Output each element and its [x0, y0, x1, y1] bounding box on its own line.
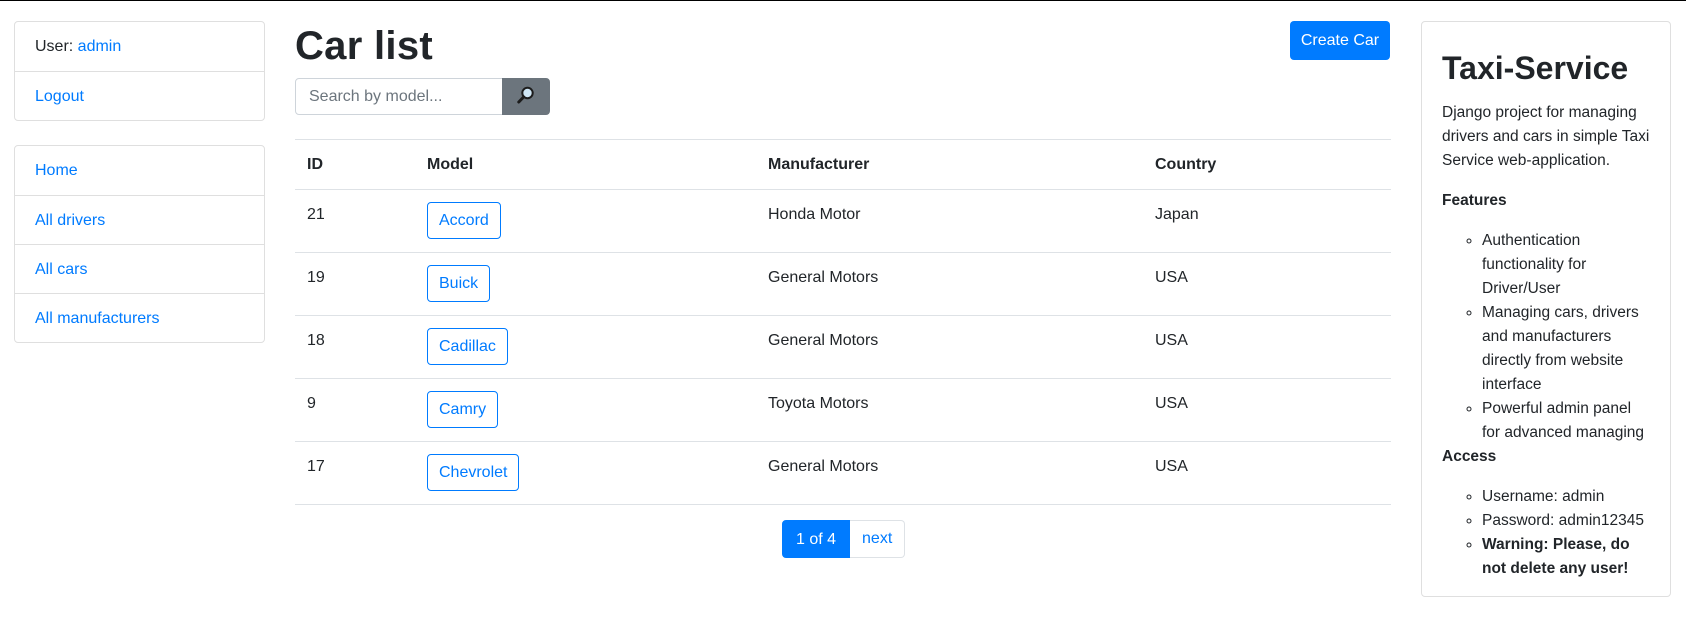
create-car-button[interactable]: Create Car — [1290, 21, 1390, 60]
cell-id: 17 — [295, 441, 415, 505]
table-row: 19 Buick General Motors USA — [295, 252, 1391, 316]
cell-country: USA — [1143, 441, 1391, 505]
sidebar-item-manufacturers[interactable]: All manufacturers — [15, 293, 264, 342]
username-link[interactable]: admin — [78, 38, 122, 55]
access-item: Password: admin12345 — [1482, 509, 1650, 533]
cell-id: 19 — [295, 252, 415, 316]
cell-manufacturer: Toyota Motors — [756, 378, 1143, 442]
features-list: Authentication functionality for Driver/… — [1442, 229, 1650, 445]
cell-model: Buick — [415, 252, 756, 316]
info-description: Django project for managing drivers and … — [1442, 104, 1650, 169]
top-border — [0, 0, 1686, 1]
model-link[interactable]: Buick — [427, 265, 491, 302]
user-label: User: — [35, 38, 78, 55]
access-warning-item: Warning: Please, do not delete any user! — [1482, 533, 1650, 581]
sidebar-link-manufacturers[interactable]: All manufacturers — [35, 310, 160, 327]
sidebar-link-home[interactable]: Home — [35, 162, 78, 179]
feature-item: Managing cars, drivers and manufacturers… — [1482, 301, 1650, 397]
cell-manufacturer: General Motors — [756, 252, 1143, 316]
cell-id: 21 — [295, 189, 415, 253]
model-link[interactable]: Chevrolet — [427, 454, 520, 491]
cell-country: USA — [1143, 315, 1391, 379]
cell-id: 18 — [295, 315, 415, 379]
sidebar-nav: Home All drivers All cars All manufactur… — [14, 145, 265, 343]
access-heading: Access — [1442, 448, 1497, 465]
table-row: 21 Accord Honda Motor Japan — [295, 189, 1391, 253]
feature-item: Authentication functionality for Driver/… — [1482, 229, 1650, 301]
header-id: ID — [295, 139, 415, 190]
model-link[interactable]: Camry — [427, 391, 499, 428]
info-title: Taxi-Service — [1442, 50, 1629, 86]
cell-id: 9 — [295, 378, 415, 442]
sidebar-item-home[interactable]: Home — [15, 146, 264, 195]
sidebar-link-cars[interactable]: All cars — [35, 261, 87, 278]
user-info: User: admin — [15, 22, 264, 71]
logout-item[interactable]: Logout — [15, 71, 264, 120]
table-row: 9 Camry Toyota Motors USA — [295, 378, 1391, 442]
page-title: Car list — [295, 24, 434, 68]
cell-model: Chevrolet — [415, 441, 756, 505]
access-item: Username: admin — [1482, 485, 1650, 509]
cell-manufacturer: Honda Motor — [756, 189, 1143, 253]
model-link[interactable]: Cadillac — [427, 328, 508, 365]
pagination: 1 of 4 next — [782, 520, 906, 558]
header-manufacturer: Manufacturer — [756, 139, 1143, 190]
info-card: Taxi-Service Django project for managing… — [1421, 21, 1671, 597]
model-link[interactable]: Accord — [427, 202, 501, 239]
table-row: 18 Cadillac General Motors USA — [295, 315, 1391, 379]
sidebar-link-drivers[interactable]: All drivers — [35, 212, 105, 229]
features-heading: Features — [1442, 192, 1507, 209]
pagination-next[interactable]: next — [850, 520, 906, 558]
search-input[interactable] — [295, 78, 503, 115]
search-button[interactable] — [502, 78, 550, 115]
header-model: Model — [415, 139, 756, 190]
cell-country: USA — [1143, 378, 1391, 442]
access-list: Username: admin Password: admin12345 War… — [1442, 485, 1650, 581]
access-warning: Warning: Please, do not delete any user! — [1482, 536, 1630, 577]
cell-manufacturer: General Motors — [756, 315, 1143, 379]
pagination-current: 1 of 4 — [782, 520, 851, 558]
table-row: 17 Chevrolet General Motors USA — [295, 441, 1391, 505]
user-panel: User: admin Logout — [14, 21, 265, 121]
cell-model: Camry — [415, 378, 756, 442]
cell-country: USA — [1143, 252, 1391, 316]
cell-model: Cadillac — [415, 315, 756, 379]
cell-model: Accord — [415, 189, 756, 253]
feature-item: Powerful admin panel for advanced managi… — [1482, 397, 1650, 445]
logout-link[interactable]: Logout — [35, 88, 84, 105]
table-header-row: ID Model Manufacturer Country — [295, 139, 1391, 190]
cell-manufacturer: General Motors — [756, 441, 1143, 505]
search-icon — [516, 85, 536, 108]
car-table: ID Model Manufacturer Country 21 Accord … — [295, 139, 1391, 505]
sidebar-item-drivers[interactable]: All drivers — [15, 195, 264, 244]
cell-country: Japan — [1143, 189, 1391, 253]
header-country: Country — [1143, 139, 1391, 190]
sidebar-item-cars[interactable]: All cars — [15, 244, 264, 293]
